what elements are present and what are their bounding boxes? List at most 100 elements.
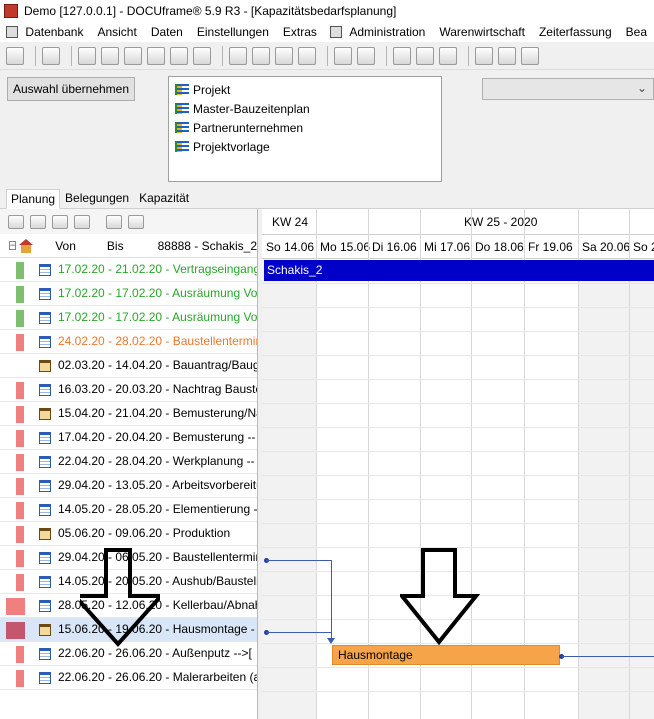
- folder-icon[interactable]: [124, 46, 142, 65]
- project-bar[interactable]: Schakis_2: [264, 260, 654, 281]
- print-icon[interactable]: [42, 46, 60, 65]
- lines-icon[interactable]: [128, 214, 144, 229]
- row-gridline: [262, 667, 654, 668]
- row-gridline: [262, 283, 654, 284]
- menu-bearbeiten[interactable]: Bea: [619, 25, 654, 39]
- tree-item-projekt[interactable]: Projekt: [169, 80, 441, 99]
- menu-datenbank[interactable]: Datenbank: [18, 25, 90, 39]
- calendar-icon: [39, 672, 51, 684]
- task-row[interactable]: 17.02.20 - 21.02.20 - Vertragseingang/: [0, 258, 258, 282]
- status-marker: [16, 574, 24, 591]
- calendar-icon: [39, 288, 51, 300]
- search-icon[interactable]: [357, 46, 375, 65]
- tree-item-label: Master-Bauzeitenplan: [193, 101, 310, 116]
- task-row[interactable]: 14.05.20 - 28.05.20 - Elementierung -: [0, 498, 257, 522]
- tree-item-label: Partnerunternehmen: [193, 120, 304, 135]
- filter-dropdown[interactable]: ⌄: [482, 78, 654, 100]
- app-icon: [4, 4, 18, 18]
- task-row[interactable]: 24.02.20 - 28.02.20 - Baustellentermin: [0, 330, 257, 354]
- task-row[interactable]: 02.03.20 - 14.04.20 - Bauantrag/Baug: [0, 354, 257, 378]
- project-icon: [175, 84, 189, 95]
- open-icon[interactable]: [252, 46, 270, 65]
- task-row[interactable]: 15.04.20 - 21.04.20 - Bemusterung/Na: [0, 402, 257, 426]
- menu-ansicht[interactable]: Ansicht: [90, 25, 143, 39]
- lines-icon[interactable]: [101, 46, 119, 65]
- tree-item-projektvorlage[interactable]: Projektvorlage: [169, 137, 441, 156]
- tab-bar: Planung Belegungen Kapazität: [0, 189, 654, 209]
- clipboard-icon: [39, 624, 51, 636]
- status-marker: [16, 286, 24, 303]
- table-icon[interactable]: [52, 214, 68, 229]
- annotation-arrow-down-icon: [80, 548, 160, 647]
- tab-belegungen[interactable]: Belegungen: [60, 188, 134, 208]
- tree-item-master-bauzeitenplan[interactable]: Master-Bauzeitenplan: [169, 99, 441, 118]
- menu-extras[interactable]: Extras: [276, 25, 324, 39]
- grid-icon[interactable]: [521, 46, 539, 65]
- collapse-icon[interactable]: −: [9, 241, 17, 250]
- task-row-text: 17.02.20 - 21.02.20 - Vertragseingang/: [58, 262, 258, 276]
- menu-bar: Datenbank Ansicht Daten Einstellungen Ex…: [0, 22, 654, 42]
- toolbar-separator: [71, 45, 72, 66]
- new-folder-icon[interactable]: [275, 46, 293, 65]
- tree-item-label: Projektvorlage: [193, 139, 270, 154]
- grid-icon[interactable]: [74, 214, 90, 229]
- zoom-in-icon[interactable]: [416, 46, 434, 65]
- detail-view-icon[interactable]: [30, 214, 46, 229]
- menu-administration[interactable]: Administration: [342, 25, 432, 39]
- menu-zeiterfassung[interactable]: Zeiterfassung: [532, 25, 619, 39]
- task-row-text: 29.04.20 - 13.05.20 - Arbeitsvorbereitu: [58, 478, 258, 492]
- calendar-icon: [39, 504, 51, 516]
- week-label: KW 24: [272, 215, 309, 229]
- row-gridline: [262, 379, 654, 380]
- task-row[interactable]: 17.02.20 - 17.02.20 - Ausräumung Vor: [0, 306, 257, 330]
- calendar-icon: [39, 432, 51, 444]
- tag-icon[interactable]: [147, 46, 165, 65]
- menu-warenwirtschaft[interactable]: Warenwirtschaft: [432, 25, 532, 39]
- menu-system-icon[interactable]: [6, 26, 19, 38]
- menu-window-icon[interactable]: [329, 26, 343, 38]
- user-icon[interactable]: [6, 46, 24, 65]
- task-row[interactable]: 22.04.20 - 28.04.20 - Werkplanung --: [0, 450, 257, 474]
- toolbar-separator: [35, 45, 36, 66]
- day-label: So 14.06: [266, 240, 315, 254]
- task-row[interactable]: 17.02.20 - 17.02.20 - Ausräumung Vor: [0, 282, 257, 306]
- house-icon: [18, 238, 34, 253]
- export-icon[interactable]: [298, 46, 316, 65]
- tree-item-partnerunternehmen[interactable]: Partnerunternehmen: [169, 118, 441, 137]
- tab-kapazitaet[interactable]: Kapazität: [134, 188, 194, 208]
- list-view-icon[interactable]: [8, 214, 24, 229]
- calendar-icon[interactable]: [193, 46, 211, 65]
- zoom-out-icon[interactable]: [439, 46, 457, 65]
- menu-daten[interactable]: Daten: [144, 25, 190, 39]
- view-icon[interactable]: [334, 46, 352, 65]
- status-marker: [16, 430, 24, 447]
- document-icon[interactable]: [170, 46, 188, 65]
- edit-icon[interactable]: [106, 214, 122, 229]
- list-icon[interactable]: [78, 46, 96, 65]
- apply-selection-button[interactable]: Auswahl übernehmen: [7, 77, 135, 101]
- task-bar-hausmontage[interactable]: Hausmontage: [332, 645, 560, 665]
- prev-icon[interactable]: [475, 46, 493, 65]
- calendar-icon: [39, 312, 51, 324]
- status-marker: [16, 382, 24, 399]
- row-gridline: [262, 427, 654, 428]
- toolbar-separator: [386, 45, 387, 66]
- dependency-arrowhead: [327, 638, 335, 644]
- task-row[interactable]: 17.04.20 - 20.04.20 - Bemusterung --: [0, 426, 257, 450]
- toolbar-separator: [327, 45, 328, 66]
- dependency-line: [331, 560, 332, 640]
- expand-icon[interactable]: [498, 46, 516, 65]
- status-marker: [16, 310, 24, 327]
- menu-einstellungen[interactable]: Einstellungen: [190, 25, 276, 39]
- task-row[interactable]: 16.03.20 - 20.03.20 - Nachtrag Bauste: [0, 378, 257, 402]
- status-marker: [16, 502, 24, 519]
- task-row[interactable]: 05.06.20 - 09.06.20 - Produktion: [0, 522, 257, 546]
- task-row[interactable]: 22.06.20 - 26.06.20 - Malerarbeiten (au: [0, 666, 257, 690]
- row-gridline: [262, 403, 654, 404]
- fit-icon[interactable]: [393, 46, 411, 65]
- task-row[interactable]: 29.04.20 - 13.05.20 - Arbeitsvorbereitu: [0, 474, 258, 498]
- week-header: KW 24 KW 25 - 2020: [262, 209, 654, 235]
- week-label: KW 25 - 2020: [464, 215, 538, 229]
- phone-icon[interactable]: [229, 46, 247, 65]
- tab-planung[interactable]: Planung: [6, 189, 61, 209]
